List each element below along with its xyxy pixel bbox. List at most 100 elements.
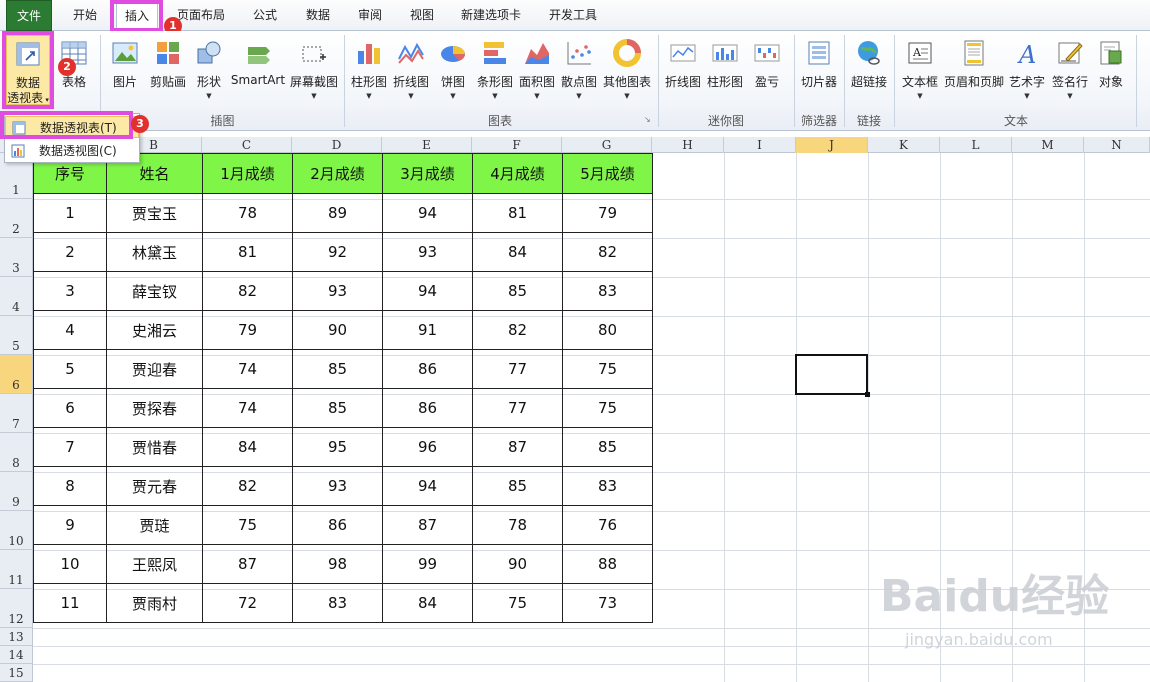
table-cell[interactable]: 85 bbox=[562, 427, 653, 467]
table-cell[interactable]: 贾宝玉 bbox=[106, 193, 203, 233]
row-header[interactable]: 11 bbox=[0, 550, 33, 589]
table-cell[interactable]: 贾琏 bbox=[106, 505, 203, 545]
dialog-launcher-icon[interactable]: ↘ bbox=[644, 115, 651, 124]
table-cell[interactable]: 88 bbox=[562, 544, 653, 584]
tab-data[interactable]: 数据 bbox=[296, 0, 340, 31]
column-header-f[interactable]: F bbox=[472, 137, 562, 153]
table-cell[interactable]: 80 bbox=[562, 310, 653, 350]
row-header[interactable]: 3 bbox=[0, 238, 33, 277]
table-cell[interactable]: 74 bbox=[202, 388, 293, 428]
row-header[interactable]: 13 bbox=[0, 628, 33, 646]
table-cell[interactable]: 84 bbox=[382, 583, 473, 623]
tab-formulas[interactable]: 公式 bbox=[242, 0, 288, 31]
table-cell[interactable]: 94 bbox=[382, 193, 473, 233]
column-chart-button[interactable]: 柱形图 ▼ bbox=[350, 35, 388, 105]
table-cell[interactable]: 贾惜春 bbox=[106, 427, 203, 467]
smartart-button[interactable]: SmartArt bbox=[231, 35, 285, 105]
table-cell[interactable]: 王熙凤 bbox=[106, 544, 203, 584]
table-cell[interactable]: 79 bbox=[562, 193, 653, 233]
sparkline-winloss-button[interactable]: 盈亏 bbox=[748, 35, 786, 105]
row-header[interactable]: 5 bbox=[0, 316, 33, 355]
table-cell[interactable]: 9 bbox=[33, 505, 107, 545]
table-cell[interactable]: 93 bbox=[382, 232, 473, 272]
table-cell[interactable]: 98 bbox=[292, 544, 383, 584]
wordart-button[interactable]: A 艺术字 ▼ bbox=[1008, 35, 1046, 105]
table-cell[interactable]: 75 bbox=[472, 583, 563, 623]
table-cell[interactable]: 87 bbox=[382, 505, 473, 545]
table-cell[interactable]: 83 bbox=[292, 583, 383, 623]
table-cell[interactable]: 91 bbox=[382, 310, 473, 350]
selected-cell-j6[interactable] bbox=[795, 354, 870, 397]
object-button[interactable]: 对象 bbox=[1094, 35, 1128, 105]
column-header-n[interactable]: N bbox=[1084, 137, 1150, 153]
sparkline-column-button[interactable]: 柱形图 bbox=[706, 35, 744, 105]
table-cell[interactable]: 4 bbox=[33, 310, 107, 350]
table-cell[interactable]: 72 bbox=[202, 583, 293, 623]
table-cell[interactable]: 84 bbox=[472, 232, 563, 272]
screenshot-button[interactable]: 屏幕截图 ▼ bbox=[290, 35, 338, 105]
table-cell[interactable]: 81 bbox=[472, 193, 563, 233]
header-cell[interactable]: 2月成绩 bbox=[292, 153, 383, 194]
fill-handle[interactable] bbox=[865, 392, 870, 397]
tab-developer[interactable]: 开发工具 bbox=[540, 0, 606, 31]
header-cell[interactable]: 5月成绩 bbox=[562, 153, 653, 194]
column-header-m[interactable]: M bbox=[1012, 137, 1084, 153]
column-header-h[interactable]: H bbox=[652, 137, 724, 153]
signature-line-button[interactable]: 签名行 ▼ bbox=[1050, 35, 1090, 105]
table-cell[interactable]: 94 bbox=[382, 271, 473, 311]
header-cell[interactable]: 1月成绩 bbox=[202, 153, 293, 194]
table-cell[interactable]: 85 bbox=[472, 271, 563, 311]
column-header-k[interactable]: K bbox=[868, 137, 940, 153]
table-cell[interactable]: 薛宝钗 bbox=[106, 271, 203, 311]
table-cell[interactable]: 93 bbox=[292, 271, 383, 311]
row-header[interactable]: 2 bbox=[0, 199, 33, 238]
other-charts-button[interactable]: 其他图表 ▼ bbox=[603, 35, 651, 105]
table-cell[interactable]: 75 bbox=[562, 388, 653, 428]
row-header[interactable]: 10 bbox=[0, 511, 33, 550]
table-cell[interactable]: 86 bbox=[382, 388, 473, 428]
table-cell[interactable]: 73 bbox=[562, 583, 653, 623]
table-cell[interactable]: 93 bbox=[292, 466, 383, 506]
table-cell[interactable]: 92 bbox=[292, 232, 383, 272]
clipart-button[interactable]: 剪贴画 bbox=[148, 35, 188, 105]
shapes-button[interactable]: 形状 ▼ bbox=[192, 35, 226, 105]
table-cell[interactable]: 87 bbox=[202, 544, 293, 584]
table-cell[interactable]: 5 bbox=[33, 349, 107, 389]
table-cell[interactable]: 79 bbox=[202, 310, 293, 350]
table-cell[interactable]: 81 bbox=[202, 232, 293, 272]
bar-chart-button[interactable]: 条形图 ▼ bbox=[476, 35, 514, 105]
table-cell[interactable]: 96 bbox=[382, 427, 473, 467]
table-cell[interactable]: 75 bbox=[562, 349, 653, 389]
table-cell[interactable]: 86 bbox=[382, 349, 473, 389]
table-cell[interactable]: 史湘云 bbox=[106, 310, 203, 350]
table-cell[interactable]: 86 bbox=[292, 505, 383, 545]
line-chart-button[interactable]: 折线图 ▼ bbox=[392, 35, 430, 105]
table-cell[interactable]: 贾探春 bbox=[106, 388, 203, 428]
table-cell[interactable]: 85 bbox=[292, 349, 383, 389]
slicer-button[interactable]: 切片器 bbox=[800, 35, 838, 105]
table-cell[interactable]: 83 bbox=[562, 466, 653, 506]
table-cell[interactable]: 3 bbox=[33, 271, 107, 311]
menu-item-pivot-chart[interactable]: 数据透视图(C) bbox=[5, 140, 139, 162]
table-cell[interactable]: 10 bbox=[33, 544, 107, 584]
table-cell[interactable]: 89 bbox=[292, 193, 383, 233]
table-cell[interactable]: 76 bbox=[562, 505, 653, 545]
table-cell[interactable]: 82 bbox=[472, 310, 563, 350]
table-cell[interactable]: 8 bbox=[33, 466, 107, 506]
table-cell[interactable]: 82 bbox=[202, 271, 293, 311]
table-cell[interactable]: 78 bbox=[472, 505, 563, 545]
table-cell[interactable]: 1 bbox=[33, 193, 107, 233]
tab-file[interactable]: 文件 bbox=[6, 0, 52, 31]
table-cell[interactable]: 99 bbox=[382, 544, 473, 584]
table-cell[interactable]: 78 bbox=[202, 193, 293, 233]
table-cell[interactable]: 85 bbox=[472, 466, 563, 506]
pie-chart-button[interactable]: 饼图 ▼ bbox=[434, 35, 472, 105]
column-header-d[interactable]: D bbox=[292, 137, 382, 153]
header-cell[interactable]: 3月成绩 bbox=[382, 153, 473, 194]
row-header[interactable]: 4 bbox=[0, 277, 33, 316]
table-cell[interactable]: 90 bbox=[472, 544, 563, 584]
area-chart-button[interactable]: 面积图 ▼ bbox=[518, 35, 556, 105]
header-footer-button[interactable]: 页眉和页脚 bbox=[944, 35, 1004, 105]
table-cell[interactable]: 贾元春 bbox=[106, 466, 203, 506]
column-header-i[interactable]: I bbox=[724, 137, 796, 153]
